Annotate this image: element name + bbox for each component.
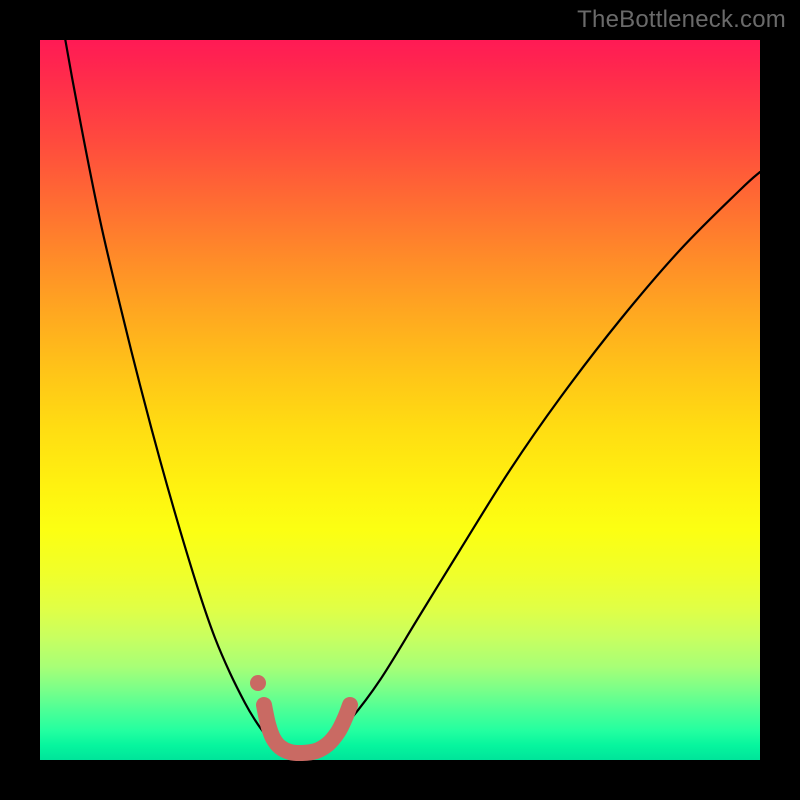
confidence-dot	[250, 675, 266, 691]
curve-svg	[40, 40, 760, 760]
confidence-band	[264, 705, 350, 753]
plot-area	[40, 40, 760, 760]
bottleneck-curve	[40, 0, 760, 755]
chart-frame: TheBottleneck.com	[0, 0, 800, 800]
watermark-text: TheBottleneck.com	[577, 6, 786, 34]
